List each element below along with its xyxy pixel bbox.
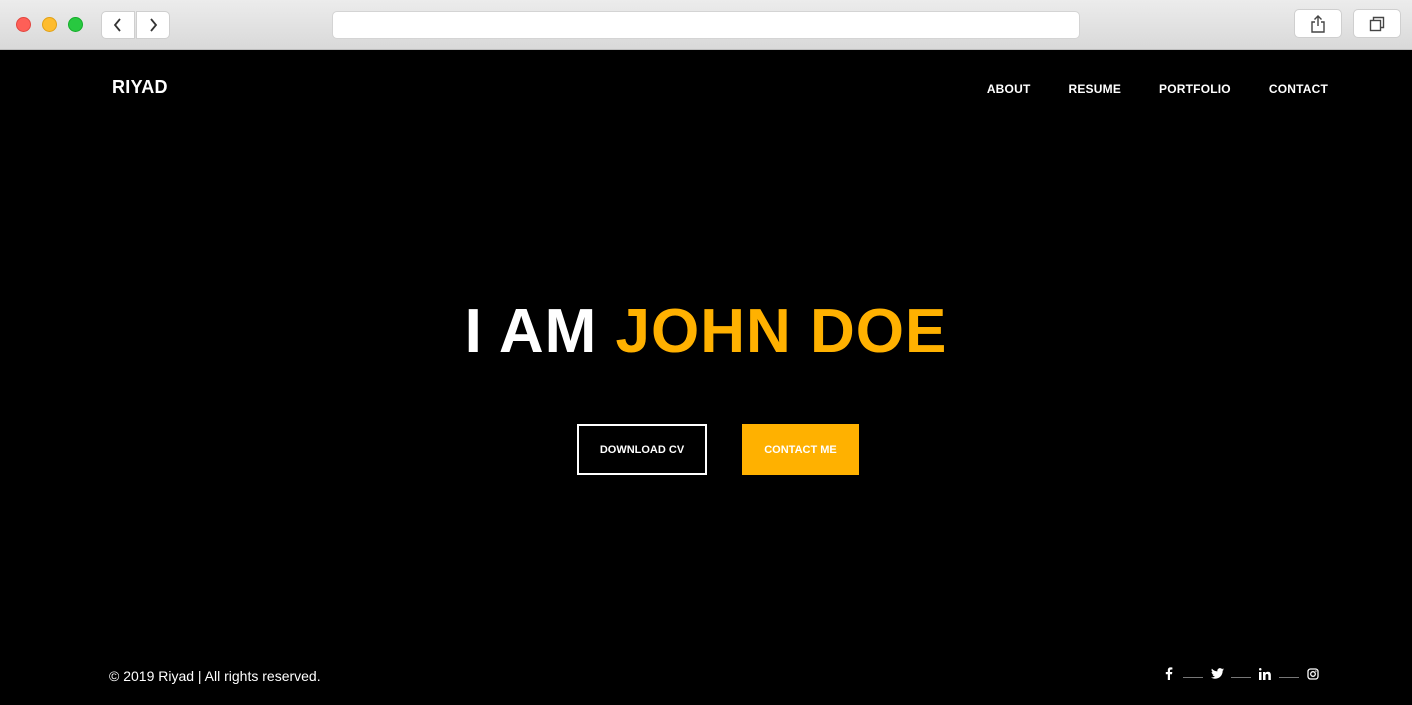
nav-portfolio[interactable]: PORTFOLIO [1159, 82, 1231, 96]
hero-prefix: I AM [464, 297, 598, 366]
hero-title: I AM JOHN DOE [0, 296, 1412, 367]
social-separator [1231, 677, 1251, 678]
share-button[interactable] [1294, 9, 1342, 38]
browser-toolbar [0, 0, 1412, 50]
share-icon [1311, 14, 1325, 33]
maximize-window-button[interactable] [68, 17, 83, 32]
main-nav: ABOUT RESUME PORTFOLIO CONTACT [987, 82, 1328, 96]
nav-contact[interactable]: CONTACT [1269, 82, 1328, 96]
social-separator [1183, 677, 1203, 678]
twitter-icon[interactable] [1210, 668, 1224, 679]
close-window-button[interactable] [16, 17, 31, 32]
facebook-icon[interactable] [1162, 667, 1176, 680]
minimize-window-button[interactable] [42, 17, 57, 32]
download-cv-button[interactable]: DOWNLOAD CV [577, 424, 707, 475]
address-bar[interactable] [332, 11, 1080, 39]
tabs-icon [1369, 16, 1385, 31]
social-links [1162, 667, 1320, 680]
forward-icon [150, 18, 158, 32]
site-logo[interactable]: RIYAD [112, 77, 168, 98]
contact-me-button[interactable]: CONTACT ME [742, 424, 859, 475]
nav-resume[interactable]: RESUME [1068, 82, 1121, 96]
hero-name: JOHN DOE [615, 297, 948, 366]
page: RIYAD ABOUT RESUME PORTFOLIO CONTACT I A… [0, 51, 1412, 705]
instagram-icon[interactable] [1306, 667, 1320, 680]
copyright-text: © 2019 Riyad | All rights reserved. [109, 668, 321, 684]
linkedin-icon[interactable] [1258, 667, 1272, 680]
social-separator [1279, 677, 1299, 678]
nav-about[interactable]: ABOUT [987, 82, 1031, 96]
tabs-button[interactable] [1353, 9, 1401, 38]
back-button[interactable] [101, 11, 135, 39]
back-icon [113, 18, 121, 32]
forward-button[interactable] [136, 11, 170, 39]
